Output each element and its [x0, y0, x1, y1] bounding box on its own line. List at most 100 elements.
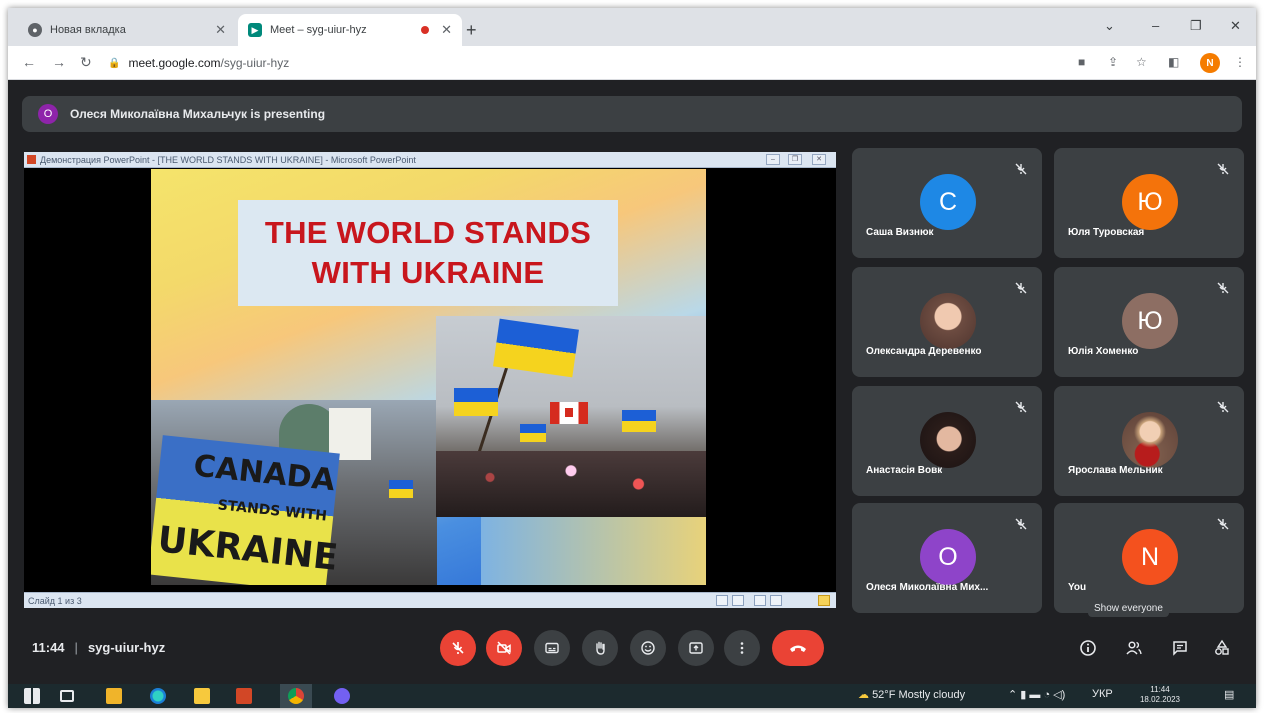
browser-tab-strip: ● Новая вкладка ✕ ▶ Meet – syg-uiur-hyz … [8, 8, 1256, 46]
side-panel-icon[interactable]: ◧ [1168, 55, 1179, 69]
browser-toolbar: ← → ↻ 🔒 meet.google.com/syg-uiur-hyz ■ ⇪… [8, 46, 1256, 80]
address-bar[interactable]: 🔒 meet.google.com/syg-uiur-hyz [108, 51, 1058, 75]
camera-button[interactable] [486, 630, 522, 666]
forward-button[interactable]: → [52, 54, 66, 70]
sign-text-1: CANADA [191, 448, 337, 499]
new-tab-button[interactable]: + [466, 20, 477, 41]
participant-name: Юлія Хоменко [1068, 346, 1139, 357]
captions-button[interactable] [534, 630, 570, 666]
chat-button[interactable] [1166, 634, 1194, 662]
participant-tile-self[interactable]: N You [1054, 503, 1244, 613]
powerpoint-taskbar-icon[interactable] [236, 688, 252, 704]
reactions-button[interactable] [630, 630, 666, 666]
participant-tile[interactable]: Ю Юля Туровская [1054, 148, 1244, 258]
recording-dot-icon [421, 26, 430, 34]
slide-title-box: THE WORLD STANDS WITH UKRAINE [238, 200, 618, 306]
share-icon[interactable]: ⇪ [1108, 55, 1118, 69]
meeting-time: 11:44 [32, 640, 65, 655]
ukraine-flag-icon [622, 410, 656, 432]
participant-photo [920, 412, 976, 468]
ukraine-flag-icon [520, 424, 546, 442]
mic-off-icon [452, 642, 464, 654]
bookmark-star-icon[interactable]: ☆ [1136, 55, 1147, 69]
participant-tile[interactable]: Анастасія Вовк [852, 386, 1042, 496]
close-icon[interactable]: ✕ [441, 22, 452, 38]
raise-hand-button[interactable] [582, 630, 618, 666]
participant-tile[interactable]: О Олеся Миколаївна Мих... [852, 503, 1042, 613]
windows-start-icon[interactable] [24, 688, 40, 704]
participant-avatar: С [920, 174, 976, 230]
activities-button[interactable] [1208, 634, 1236, 662]
ukraine-flag-icon [454, 388, 498, 416]
sign-text-3: UKRAINE [155, 519, 340, 579]
slide-title-line-2: WITH UKRAINE [311, 255, 545, 290]
slide-title-line-1: THE WORLD STANDS [264, 215, 592, 250]
activities-icon [1215, 639, 1229, 655]
viber-icon[interactable] [334, 688, 350, 704]
ppt-close-icon: ✕ [812, 154, 826, 165]
chrome-icon: ● [28, 23, 42, 37]
more-options-button[interactable] [724, 630, 760, 666]
back-button[interactable]: ← [22, 54, 36, 70]
powerpoint-titlebar: Демонстрация PowerPoint - [THE WORLD STA… [24, 152, 836, 168]
windows-taskbar: ☁ 52°F Mostly cloudy ⌃ ▮ ▬ ◔ ◁) УКР 11:4… [8, 684, 1256, 708]
meeting-code: syg-uiur-hyz [87, 640, 166, 655]
camera-in-use-icon[interactable]: ■ [1078, 55, 1085, 69]
menu-dots-icon[interactable]: ⋮ [1234, 55, 1246, 69]
people-icon [1126, 641, 1142, 655]
participant-tile[interactable]: Олександра Деревенко [852, 267, 1042, 377]
emoji-icon [641, 641, 655, 655]
reload-button[interactable]: ↻ [80, 54, 92, 71]
participant-tile[interactable]: Ю Юлія Хоменко [1054, 267, 1244, 377]
profile-avatar[interactable]: N [1200, 53, 1220, 73]
language-indicator[interactable]: УКР [1092, 688, 1113, 700]
people-button[interactable] [1120, 634, 1148, 662]
meeting-details-button[interactable] [1074, 634, 1102, 662]
protest-sign: CANADA STANDS WITH UKRAINE [151, 435, 340, 585]
file-explorer-icon[interactable] [194, 688, 210, 704]
more-vert-icon [740, 642, 744, 654]
slide-counter: Слайд 1 из 3 [28, 595, 82, 606]
chrome-icon [288, 688, 304, 704]
participant-avatar: Ю [1122, 293, 1178, 349]
tab-meet[interactable]: ▶ Meet – syg-uiur-hyz ✕ [238, 14, 462, 46]
ppt-minimize-icon: – [766, 154, 780, 165]
fit-window-icon [818, 595, 830, 606]
tab-title: Meet – syg-uiur-hyz [270, 24, 367, 36]
leave-call-button[interactable] [772, 630, 824, 666]
meet-icon: ▶ [248, 23, 262, 37]
participant-tile[interactable]: С Саша Визнюк [852, 148, 1042, 258]
photo-canada-rally: CANADA STANDS WITH UKRAINE [151, 400, 437, 585]
weather-widget[interactable]: ☁ 52°F Mostly cloudy [858, 688, 965, 701]
minimize-button[interactable]: – [1152, 18, 1159, 33]
maximize-button[interactable]: ❐ [1190, 18, 1202, 34]
participant-tile[interactable]: Ярослава Мельник [1054, 386, 1244, 496]
store-icon[interactable] [106, 688, 122, 704]
participant-name: Олександра Деревенко [866, 346, 982, 357]
close-window-button[interactable]: ✕ [1230, 18, 1241, 34]
participant-photo [920, 293, 976, 349]
mic-off-icon [1015, 163, 1027, 175]
tray-icons[interactable]: ⌃ ▮ ▬ ◔ ◁) [1008, 688, 1065, 701]
tab-new-tab[interactable]: ● Новая вкладка ✕ [18, 14, 236, 46]
presenting-banner: О Олеся Миколаївна Михальчук is presenti… [22, 96, 1242, 132]
taskbar-clock[interactable]: 11:44 18.02.2023 [1128, 685, 1192, 705]
weather-cloud-icon: ☁ [858, 689, 873, 701]
participant-name: Олеся Миколаївна Мих... [866, 582, 989, 593]
task-view-icon[interactable] [60, 690, 74, 702]
edge-icon[interactable] [150, 688, 166, 704]
microphone-button[interactable] [440, 630, 476, 666]
mic-off-icon [1015, 518, 1027, 530]
participant-name: Анастасія Вовк [866, 465, 943, 476]
participant-avatar: Ю [1122, 174, 1178, 230]
sorter-view-icon [732, 595, 744, 606]
notifications-icon[interactable]: ▤ [1224, 688, 1234, 701]
close-icon[interactable]: ✕ [215, 22, 226, 38]
present-button[interactable] [678, 630, 714, 666]
lock-icon: 🔒 [108, 57, 121, 69]
tab-search-icon[interactable]: ⌄ [1104, 18, 1115, 34]
sign-text-2: STANDS WITH [216, 497, 328, 525]
normal-view-icon [716, 595, 728, 606]
presenter-avatar: О [38, 104, 58, 124]
slideshow-view-icon [770, 595, 782, 606]
